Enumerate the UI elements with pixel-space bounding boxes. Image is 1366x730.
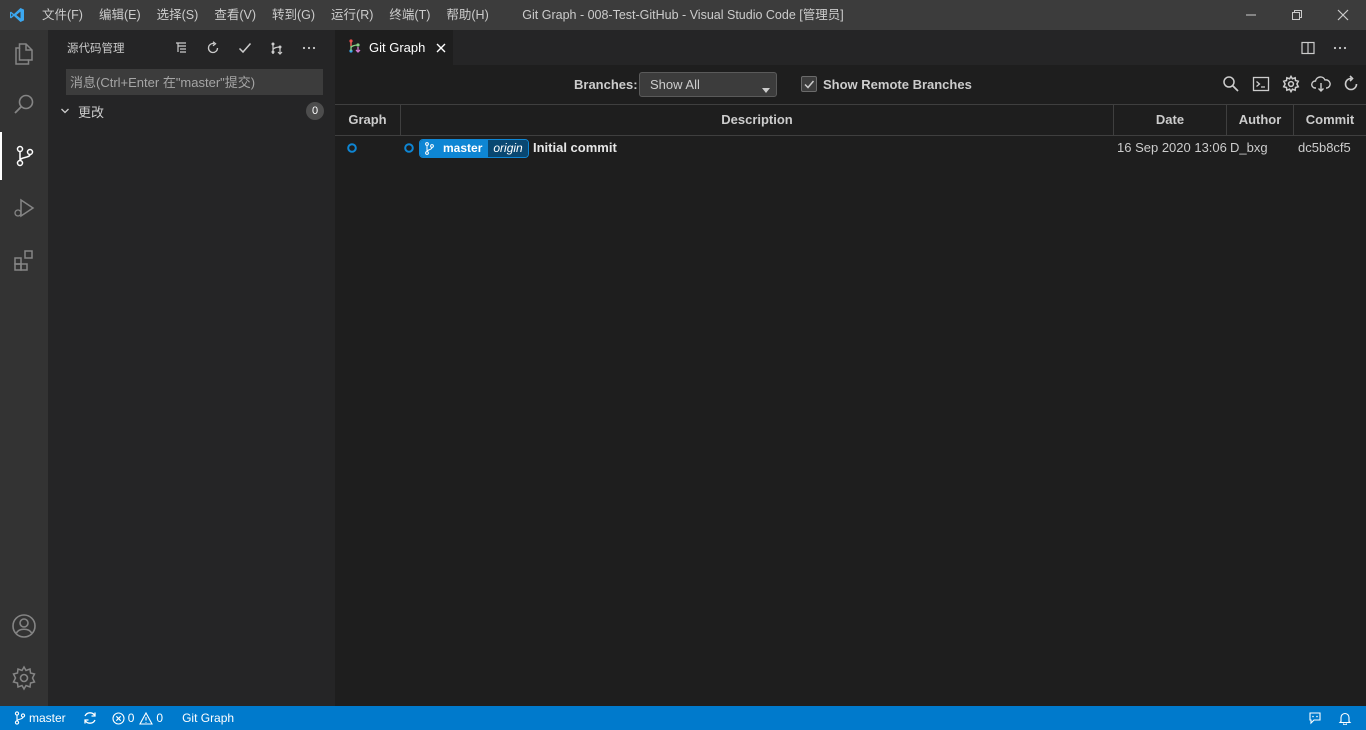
branch-status-icon [14, 711, 26, 725]
changes-group[interactable]: 更改 0 [48, 100, 335, 122]
branch-icon [420, 140, 438, 157]
explorer-icon[interactable] [0, 30, 48, 78]
branch-ref-badge[interactable]: master origin [419, 139, 529, 158]
column-description[interactable]: Description [401, 105, 1114, 135]
caret-down-icon [762, 82, 770, 97]
status-git-graph-label: Git Graph [182, 711, 235, 725]
problems-indicator[interactable]: 0 0 [104, 706, 169, 730]
refresh-icon[interactable] [197, 37, 229, 59]
commit-table: Graph Description Date Author Commit mas… [335, 104, 1366, 160]
menu-bar: 文件(F) 编辑(E) 选择(S) 查看(V) 转到(G) 运行(R) 终端(T… [34, 0, 497, 30]
status-right [1300, 706, 1360, 730]
changes-count-badge: 0 [306, 102, 324, 120]
manage-gear-icon[interactable] [0, 654, 48, 702]
commit-message-input[interactable] [66, 69, 323, 95]
commit-hash: dc5b8cf5 [1298, 140, 1351, 155]
vscode-logo-icon [0, 0, 34, 30]
menu-view[interactable]: 查看(V) [206, 0, 264, 30]
error-count: 0 [127, 711, 135, 725]
settings-gear-icon[interactable] [1276, 73, 1306, 95]
activity-bar [0, 30, 48, 706]
status-git-graph[interactable]: Git Graph [169, 706, 240, 730]
git-graph-icon [347, 38, 363, 57]
status-branch[interactable]: master [0, 706, 72, 730]
feedback-icon[interactable] [1300, 706, 1330, 730]
table-row[interactable]: master origin Initial commit 16 Sep 2020… [335, 136, 1366, 160]
editor-actions [1292, 30, 1356, 65]
tab-git-graph[interactable]: Git Graph [335, 30, 453, 65]
commit-date: 16 Sep 2020 13:06 [1117, 140, 1227, 155]
more-editor-actions-icon[interactable] [1324, 30, 1356, 65]
warning-icon [139, 711, 154, 725]
column-author[interactable]: Author [1227, 105, 1294, 135]
sidebar-header: 源代码管理 [48, 30, 335, 65]
sidebar-title: 源代码管理 [67, 42, 125, 55]
tab-label: Git Graph [369, 40, 426, 55]
branch-name: master [438, 140, 488, 157]
branches-dropdown-value: Show All [650, 77, 700, 92]
git-graph-toolbar [1216, 73, 1366, 95]
menu-selection[interactable]: 选择(S) [149, 0, 207, 30]
source-control-icon[interactable] [0, 132, 48, 180]
status-bar: master 0 0 Git Graph [0, 706, 1366, 730]
view-as-tree-icon[interactable] [165, 37, 197, 59]
column-date[interactable]: Date [1114, 105, 1227, 135]
table-header: Graph Description Date Author Commit [335, 104, 1366, 136]
source-control-sidebar: 源代码管理 更改 0 [48, 30, 335, 706]
show-remote-branches-toggle[interactable]: Show Remote Branches [801, 76, 972, 92]
extensions-icon[interactable] [0, 236, 48, 284]
close-icon[interactable] [435, 42, 447, 54]
show-remote-label: Show Remote Branches [823, 76, 972, 92]
menu-terminal[interactable]: 终端(T) [381, 0, 438, 30]
sidebar-actions [165, 37, 335, 59]
graph-node [347, 143, 357, 153]
branches-dropdown[interactable]: Show All [639, 72, 777, 97]
branches-label: Branches: [574, 77, 638, 92]
error-icon [112, 711, 125, 725]
sync-icon[interactable] [72, 706, 104, 730]
git-graph-controls: Branches: Show All Show Remote Branches [335, 65, 1366, 104]
column-commit[interactable]: Commit [1294, 105, 1366, 135]
warning-count: 0 [156, 711, 164, 725]
column-graph[interactable]: Graph [335, 105, 401, 135]
run-debug-icon[interactable] [0, 184, 48, 232]
commit-check-icon[interactable] [229, 37, 261, 59]
editor-tabs: Git Graph [335, 30, 1366, 65]
accounts-icon[interactable] [0, 602, 48, 650]
show-remote-checkbox[interactable] [801, 76, 817, 92]
git-graph-view-icon[interactable] [261, 37, 293, 59]
window-controls [1228, 0, 1366, 30]
split-editor-icon[interactable] [1292, 30, 1324, 65]
close-window-icon[interactable] [1320, 0, 1366, 30]
menu-go[interactable]: 转到(G) [264, 0, 323, 30]
fetch-cloud-icon[interactable] [1306, 73, 1336, 95]
notifications-bell-icon[interactable] [1330, 706, 1360, 730]
menu-edit[interactable]: 编辑(E) [91, 0, 149, 30]
search-icon[interactable] [0, 80, 48, 128]
commit-dot [404, 143, 414, 153]
more-actions-icon[interactable] [293, 37, 325, 59]
status-branch-name: master [29, 711, 66, 725]
git-graph-view: Branches: Show All Show Remote Branches … [335, 65, 1366, 706]
remote-name: origin [487, 140, 528, 157]
restore-icon[interactable] [1274, 0, 1320, 30]
terminal-icon[interactable] [1246, 73, 1276, 95]
find-icon[interactable] [1216, 73, 1246, 95]
commit-author: D_bxg [1230, 140, 1268, 155]
menu-run[interactable]: 运行(R) [323, 0, 381, 30]
commit-description: Initial commit [533, 140, 617, 155]
changes-label: 更改 [78, 104, 105, 120]
title-bar: 文件(F) 编辑(E) 选择(S) 查看(V) 转到(G) 运行(R) 终端(T… [0, 0, 1366, 30]
minimize-icon[interactable] [1228, 0, 1274, 30]
menu-file[interactable]: 文件(F) [34, 0, 91, 30]
refresh-graph-icon[interactable] [1336, 73, 1366, 95]
menu-help[interactable]: 帮助(H) [438, 0, 496, 30]
chevron-down-icon [48, 106, 70, 116]
